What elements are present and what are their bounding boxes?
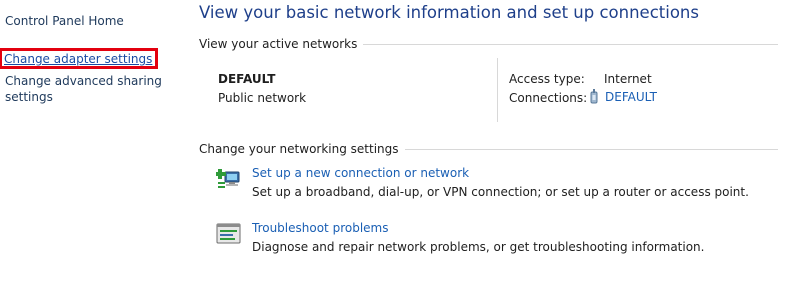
troubleshoot-problems-description: Diagnose and repair network problems, or…: [252, 240, 705, 254]
networking-settings-header: Change your networking settings: [199, 142, 778, 156]
setup-new-connection-description: Set up a broadband, dial-up, or VPN conn…: [252, 185, 749, 199]
page-title: View your basic network information and …: [199, 3, 699, 22]
access-type-label: Access type:: [509, 72, 585, 86]
connections-label: Connections:: [509, 91, 588, 105]
vertical-divider: [497, 58, 498, 122]
connections-value[interactable]: DEFAULT: [605, 90, 657, 104]
section-divider: [363, 43, 778, 45]
access-type-value: Internet: [604, 72, 652, 86]
change-advanced-sharing-settings-link[interactable]: Change advanced sharing settings: [5, 73, 165, 105]
network-type[interactable]: Public network: [218, 91, 306, 105]
setup-new-connection-link[interactable]: Set up a new connection or network: [252, 166, 469, 180]
wireless-adapter-icon: [590, 89, 598, 104]
section-divider: [404, 148, 778, 150]
change-adapter-settings-link[interactable]: Change adapter settings: [0, 48, 159, 69]
active-networks-header: View your active networks: [199, 37, 778, 51]
troubleshoot-problems-link[interactable]: Troubleshoot problems: [252, 221, 388, 235]
networking-settings-header-label: Change your networking settings: [199, 142, 399, 156]
troubleshoot-icon: [216, 223, 241, 244]
new-connection-icon: [216, 169, 240, 188]
connections-link[interactable]: DEFAULT: [588, 89, 657, 105]
main-content: View your basic network information and …: [199, 0, 789, 283]
network-name: DEFAULT: [218, 72, 276, 86]
control-panel-home-link[interactable]: Control Panel Home: [5, 13, 124, 29]
left-sidebar: Control Panel Home Change adapter settin…: [0, 0, 178, 283]
active-networks-header-label: View your active networks: [199, 37, 358, 51]
